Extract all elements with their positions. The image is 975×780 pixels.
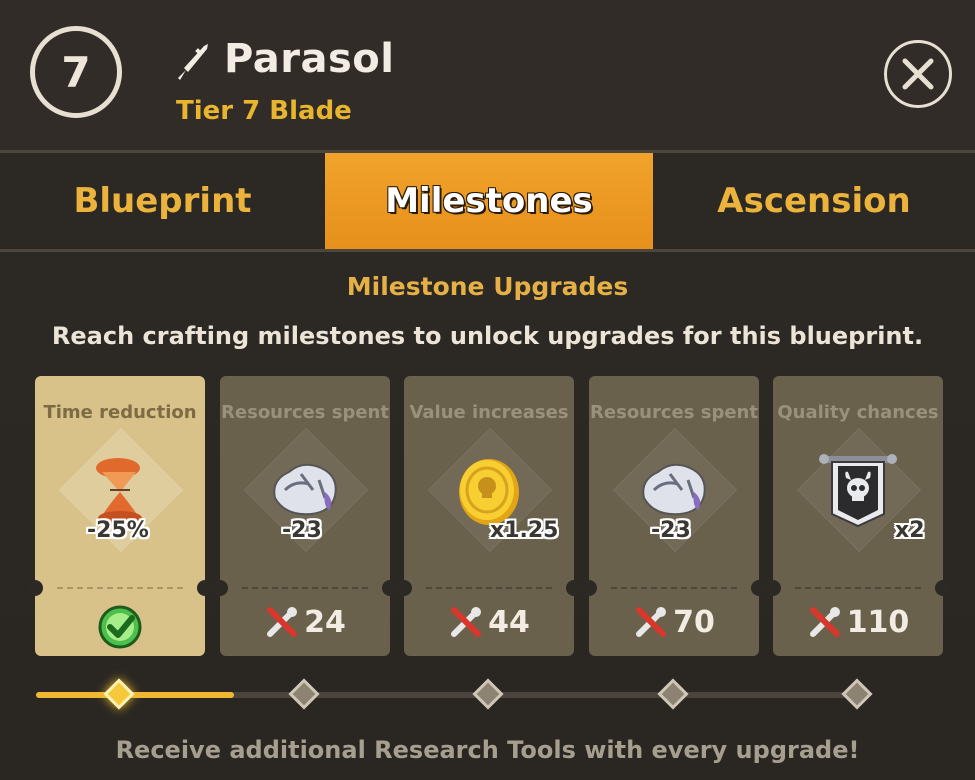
milestone-node-1 [103,678,135,710]
card-divider [57,587,183,589]
milestone-cost: 110 [773,604,943,640]
close-icon [902,58,934,90]
card-divider [611,587,737,589]
milestone-label: Time reduction [43,402,197,423]
milestone-node-5 [841,678,873,710]
tab-ascension[interactable]: Ascension [653,153,975,249]
card-notch-left [396,580,412,596]
card-notch-left [765,580,781,596]
tier-badge: 7 [30,26,122,118]
milestone-cost: 70 [589,604,759,640]
milestone-cost-value: 70 [673,604,715,640]
milestone-card-quality-chances[interactable]: Quality chances x2 110 [765,376,951,656]
milestone-card-value-increases[interactable]: Value increases x1.25 44 [396,376,582,656]
header: 7 Parasol Tier 7 Blade [0,0,975,150]
milestone-value: -25% [87,518,149,543]
milestone-card-resources-spent-2[interactable]: Resources spent -23 70 [581,376,767,656]
tab-blueprint[interactable]: Blueprint [0,153,325,249]
research-tools-icon [267,607,298,637]
footer-note: Receive additional Research Tools with e… [115,736,860,764]
blade-icon [178,44,208,80]
item-subtitle: Tier 7 Blade [176,96,352,126]
milestone-cost-value: 24 [304,604,346,640]
banner-icon [819,454,897,528]
card-divider [242,587,368,589]
milestone-value: -23 [282,518,322,543]
milestone-cost: 44 [404,604,574,640]
card-notch-left [212,580,228,596]
milestone-card-time-reduction[interactable]: Time reduction -25% [27,376,213,656]
milestone-node-2 [288,678,320,710]
card-notch-left [27,580,43,596]
milestone-node-4 [657,678,689,710]
tab-milestones[interactable]: Milestones [325,153,653,249]
card-notch-right [935,580,951,596]
milestone-status [35,604,205,650]
milestone-card-resources-spent-1[interactable]: Resources spent -23 24 [212,376,398,656]
milestone-value: x2 [895,518,925,543]
card-notch-right [197,580,213,596]
milestone-cost-value: 110 [846,604,910,640]
milestone-value: -23 [651,518,691,543]
milestone-cost: 24 [220,604,390,640]
research-tools-icon [451,607,482,637]
section-title: Milestone Upgrades [346,272,629,301]
card-divider [426,587,552,589]
milestone-value: x1.25 [490,518,559,543]
milestone-label: Quality chances [777,402,939,423]
milestone-label: Resources spent [221,402,389,423]
card-notch-left [581,580,597,596]
milestone-node-3 [472,678,504,710]
tab-bar: Blueprint Milestones Ascension [0,150,975,252]
item-title: Parasol [224,36,395,82]
milestones-panel: 7 Parasol Tier 7 Blade Blueprint Milesto… [0,0,975,780]
research-tools-icon [809,607,840,637]
research-tools-icon [636,607,667,637]
milestone-label: Resources spent [590,402,758,423]
milestone-label: Value increases [409,402,569,423]
card-divider [795,587,921,589]
milestone-progress-fill [36,692,234,698]
card-notch-right [566,580,582,596]
milestone-cost-value: 44 [488,604,530,640]
checkmark-icon [98,605,142,649]
close-button[interactable] [884,40,952,108]
section-description: Reach crafting milestones to unlock upgr… [51,322,924,350]
